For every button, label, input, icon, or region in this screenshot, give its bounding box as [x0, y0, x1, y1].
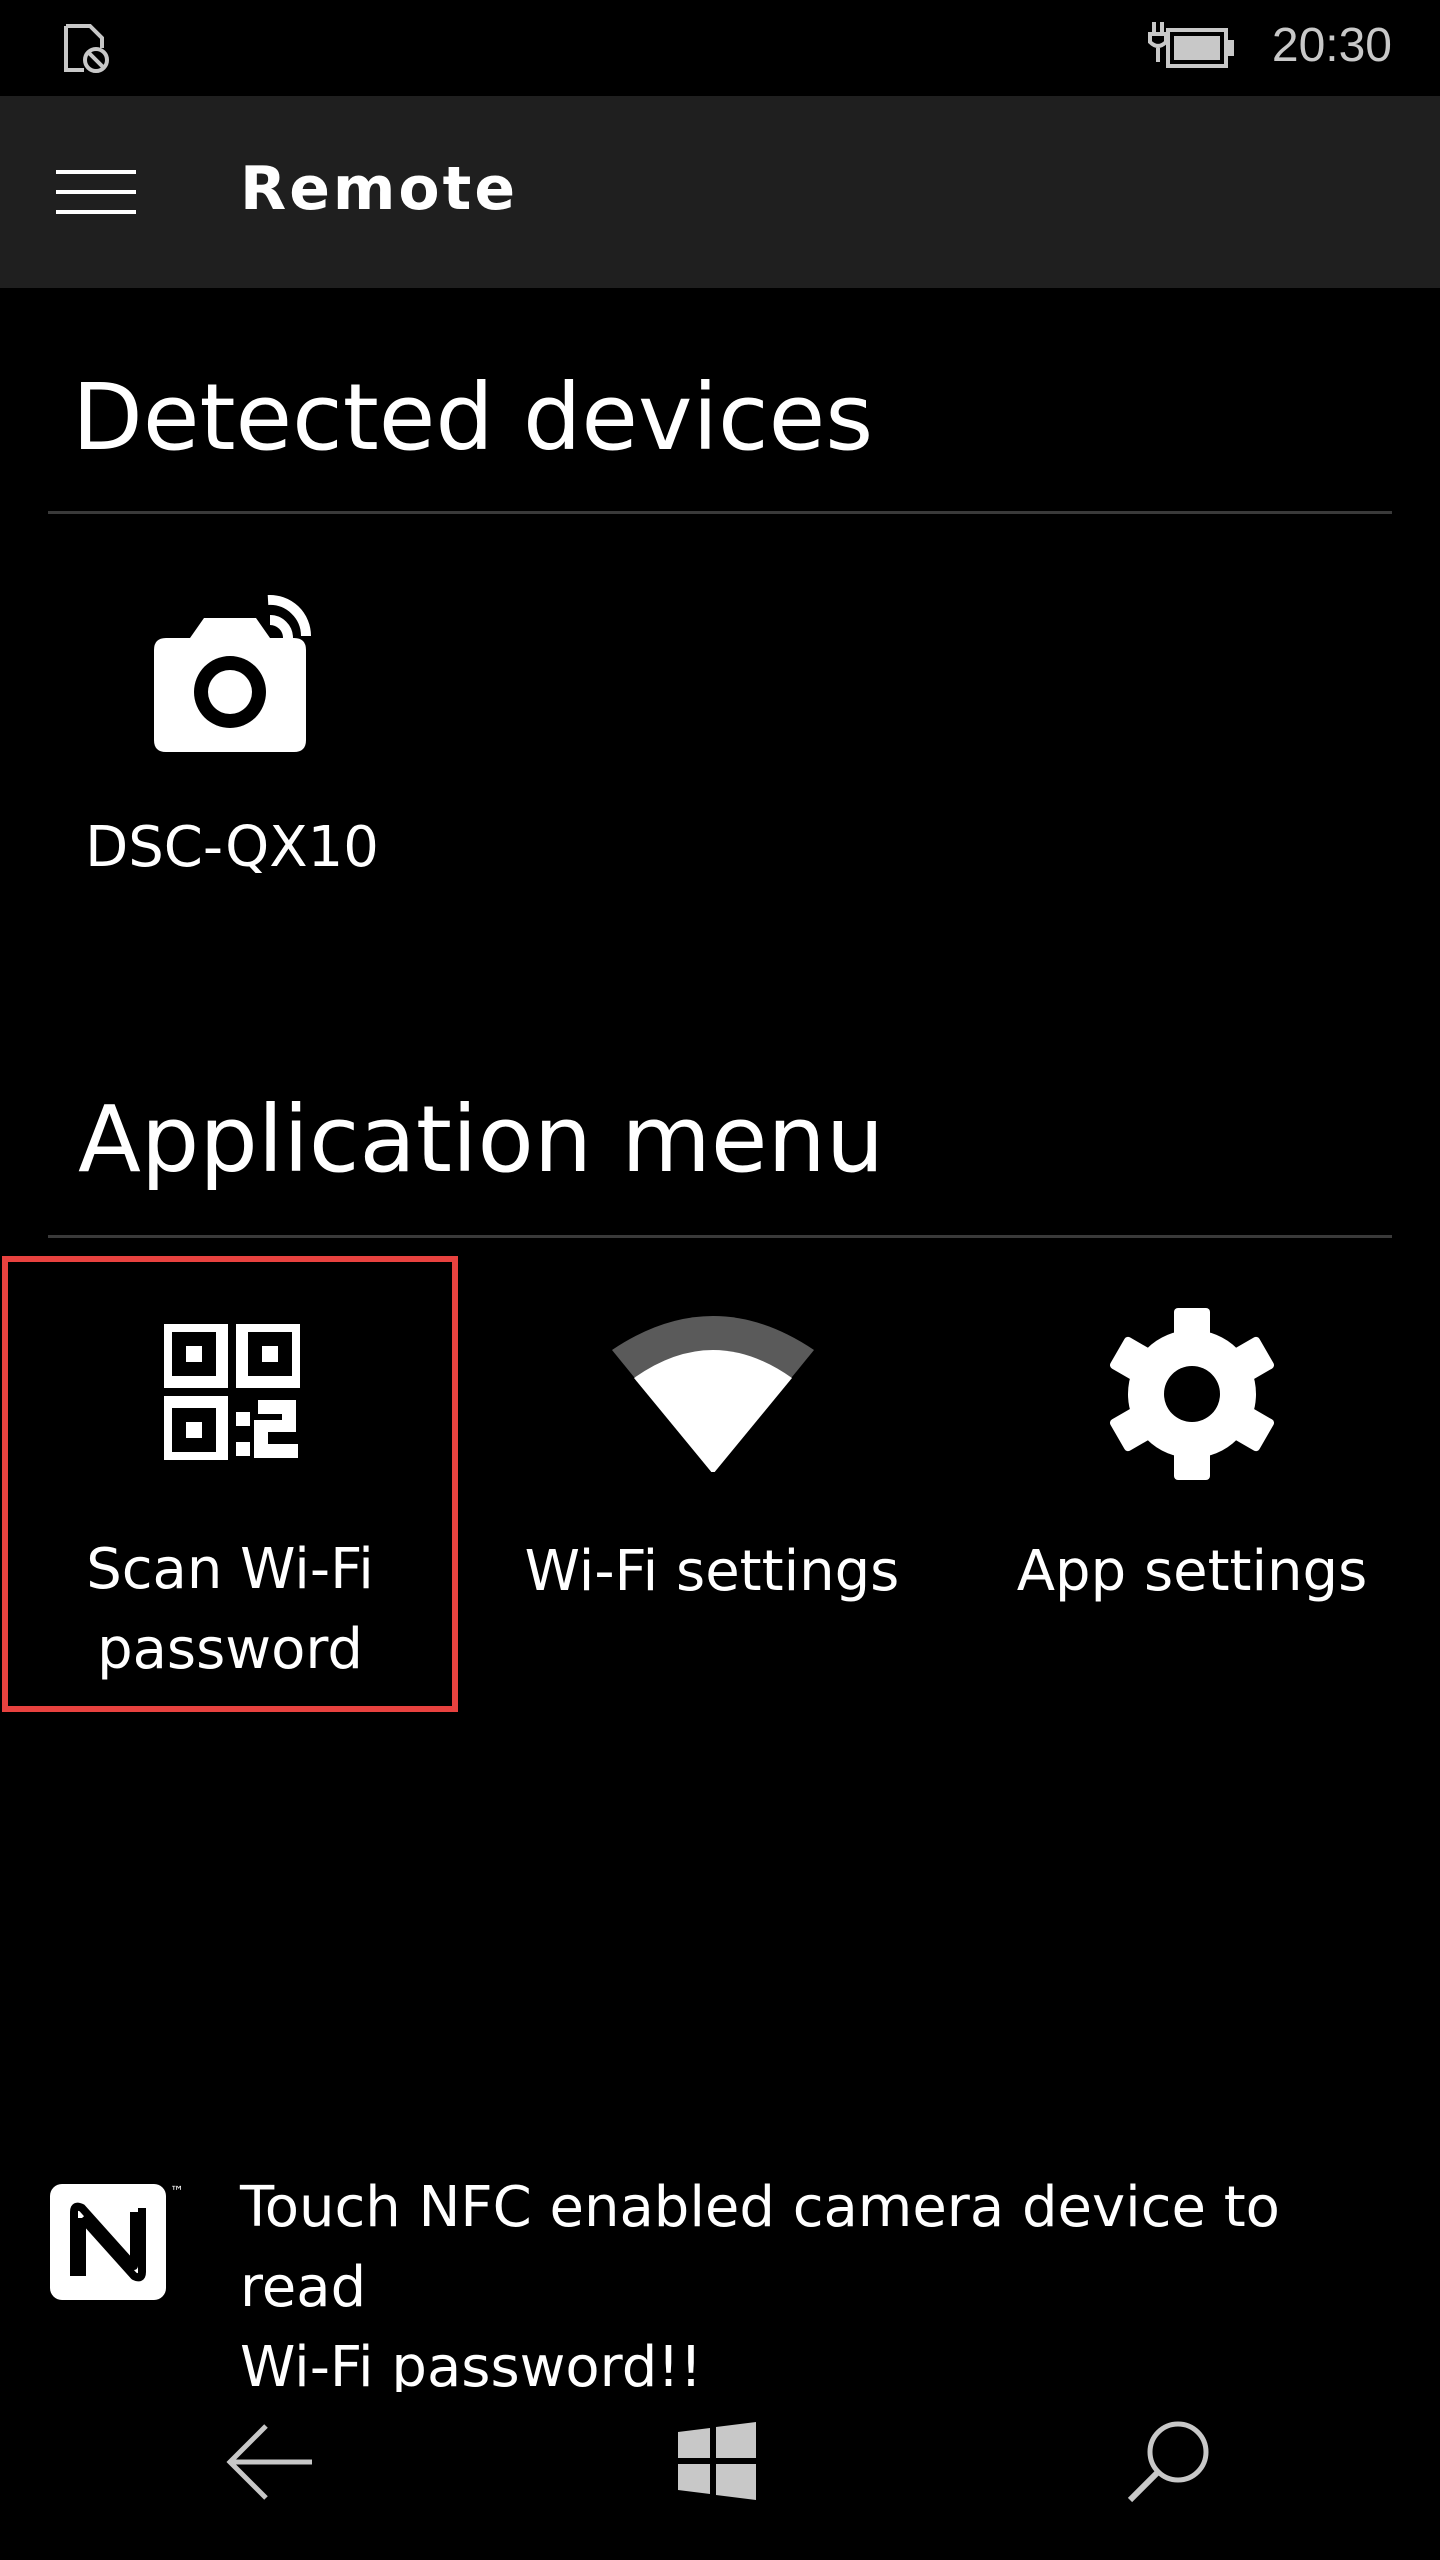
back-arrow-icon[interactable] [226, 2422, 316, 2502]
gear-icon [1109, 1308, 1275, 1480]
app-settings-button[interactable]: App settings [960, 1262, 1424, 1706]
nfc-hint-line1: Touch NFC enabled camera device to read [240, 2175, 1280, 2320]
wifi-icon [612, 1316, 814, 1472]
device-tile-dsc-qx10[interactable]: DSC-QX10 [72, 560, 392, 900]
svg-text:™: ™ [170, 2184, 184, 2200]
page-title: Remote [240, 154, 519, 224]
divider [48, 1235, 1392, 1238]
battery-charging-icon [1148, 22, 1234, 68]
scan-wifi-password-button[interactable]: Scan Wi-Fi password [8, 1262, 452, 1706]
wifi-settings-label: Wi-Fi settings [524, 1539, 900, 1604]
nfc-icon: ™ [50, 2184, 184, 2300]
detected-devices-title: Detected devices [72, 364, 874, 471]
device-name: DSC-QX10 [85, 815, 379, 880]
status-bar: 20:30 [0, 0, 1440, 96]
search-icon[interactable] [1124, 2416, 1214, 2506]
status-time: 20:30 [1271, 19, 1392, 72]
wifi-settings-button[interactable]: Wi-Fi settings [480, 1262, 944, 1706]
divider [48, 511, 1392, 514]
scan-wifi-label-line2: password [97, 1617, 363, 1682]
windows-logo-icon[interactable] [676, 2420, 758, 2502]
system-nav-bar [0, 2392, 1440, 2560]
app-settings-label: App settings [1016, 1539, 1368, 1604]
app-header: Remote [0, 96, 1440, 288]
no-sim-icon [64, 24, 109, 73]
wireless-camera-icon [154, 594, 312, 752]
hamburger-menu-icon[interactable] [56, 168, 136, 216]
qr-code-icon [164, 1324, 300, 1460]
scan-wifi-label-line1: Scan Wi-Fi [86, 1537, 374, 1602]
nfc-hint-text: Touch NFC enabled camera device to read … [240, 2168, 1400, 2408]
application-menu-title: Application menu [78, 1086, 885, 1193]
